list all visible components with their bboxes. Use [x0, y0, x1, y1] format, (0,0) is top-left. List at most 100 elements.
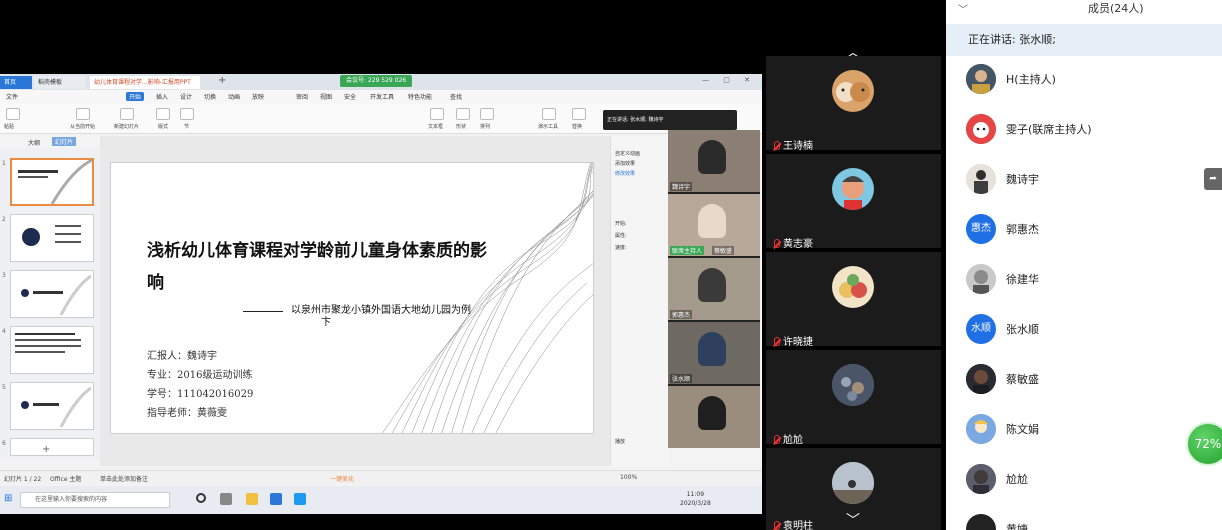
slide-title[interactable]: 浅析幼儿体育课程对学龄前儿童身体素质的影响: [147, 235, 487, 299]
menu-security[interactable]: 安全: [344, 92, 356, 101]
video-tile[interactable]: 魏诗宇: [668, 130, 760, 192]
replace-icon[interactable]: [572, 108, 586, 120]
member-row[interactable]: 徐建华: [946, 254, 1222, 304]
taskbar-search-input[interactable]: 在这里输入你要搜索的内容: [20, 492, 170, 508]
section-icon[interactable]: [180, 108, 194, 120]
video-tile[interactable]: [668, 386, 760, 448]
avatar: [966, 464, 996, 494]
menu-design[interactable]: 设计: [180, 92, 192, 101]
participant-tile[interactable]: 黄志豪: [766, 154, 941, 250]
menu-animation[interactable]: 动画: [228, 92, 240, 101]
scroll-down-chevron-icon[interactable]: ﹀: [846, 510, 860, 530]
tab-docer[interactable]: 稻壳模板: [34, 76, 86, 89]
menu-transition[interactable]: 切换: [204, 92, 216, 101]
wps-status-bar: 幻灯片 1 / 22 Office 主题 单击此处添加备注 一键美化 100%: [0, 470, 762, 484]
textbox-icon[interactable]: [430, 108, 444, 120]
menu-view[interactable]: 视图: [320, 92, 332, 101]
pane-title: 自定义动画: [615, 151, 641, 157]
add-slide-icon[interactable]: +: [42, 444, 50, 455]
slide-thumb-1[interactable]: [10, 158, 94, 206]
presentation-tools-icon[interactable]: [542, 108, 556, 120]
animation-pane: 自定义动画 添加效果 修改效果 开始: 属性: 速度: 播放: [610, 136, 670, 466]
cortana-icon[interactable]: [196, 493, 206, 503]
cartoon-avatar-graphic: [839, 274, 867, 298]
ribbon-label-shape: 形状: [456, 124, 467, 130]
new-slide-icon[interactable]: [120, 108, 134, 120]
members-header[interactable]: ﹀ 成员(24人): [946, 0, 1222, 17]
slide-info-block[interactable]: 汇报人：魏诗宇 专业：2016级运动训练 学号：111042016029 指导老…: [147, 347, 253, 423]
tab-home[interactable]: 首页: [0, 76, 32, 89]
thumb-number: 1: [2, 160, 6, 167]
speaking-indicator: 正在讲话: 张水顺;: [946, 24, 1222, 56]
video-tile[interactable]: 联席主持人 蔡敏盛: [668, 194, 760, 256]
slide-thumb-3[interactable]: [10, 270, 94, 318]
avatar: [832, 168, 874, 210]
slide-count: 幻灯片 1 / 22: [4, 476, 42, 483]
slide-thumb-2[interactable]: [10, 214, 94, 262]
menu-review[interactable]: 审阅: [296, 92, 308, 101]
menu-find[interactable]: 查找: [450, 92, 462, 101]
participant-tile[interactable]: 许晓捷: [766, 252, 941, 348]
slide-thumb-4[interactable]: [10, 326, 94, 374]
video-tile-name: 蔡敏盛: [712, 246, 735, 255]
play-button[interactable]: 播放: [615, 438, 625, 445]
slide-thumb-6[interactable]: [10, 438, 94, 456]
start-label: 开始:: [615, 221, 627, 227]
video-tile[interactable]: 郭惠杰: [668, 258, 760, 320]
layout-icon[interactable]: [156, 108, 170, 120]
play-from-current-icon[interactable]: [76, 108, 90, 120]
menu-dev-tools[interactable]: 开发工具: [370, 92, 394, 101]
member-row[interactable]: 雯子(联席主持人): [946, 104, 1222, 154]
tab-document[interactable]: 幼儿体育课程对学...影响-汇报用PPT: [90, 76, 200, 89]
participant-tile[interactable]: 尬尬: [766, 350, 941, 446]
add-effect-button[interactable]: 添加效果: [615, 160, 635, 167]
notes-hint[interactable]: 单击此处添加备注: [100, 474, 148, 483]
member-row[interactable]: 水顺 张水顺: [946, 304, 1222, 354]
slide-subtitle[interactable]: 以泉州市聚龙小镇外国语大地幼儿园为例 卞: [291, 305, 491, 329]
network-percent-badge[interactable]: 72%: [1186, 422, 1222, 466]
member-row[interactable]: 魏诗宇: [946, 154, 1222, 204]
avatar: [966, 114, 996, 144]
participant-tile[interactable]: 王诗楠: [766, 56, 941, 152]
beautify-button[interactable]: 一键美化: [330, 474, 354, 483]
member-row[interactable]: 陈文娟: [946, 404, 1222, 454]
paste-icon[interactable]: [6, 108, 20, 120]
modify-effect-button[interactable]: 修改效果: [615, 170, 635, 177]
cartoon-avatar-graphic: [842, 176, 864, 210]
participant-name: 袁明柱: [774, 517, 813, 530]
member-row[interactable]: 惠杰 郭惠杰: [946, 204, 1222, 254]
member-row[interactable]: 蔡敏盛: [946, 354, 1222, 404]
zoom-level[interactable]: 100%: [620, 474, 637, 481]
collapse-chevron-icon[interactable]: ﹀: [958, 1, 968, 16]
arrange-icon[interactable]: [480, 108, 494, 120]
video-tile[interactable]: 张水顺: [668, 322, 760, 384]
windows-start-icon[interactable]: ⊞: [4, 493, 12, 504]
slide-canvas[interactable]: 浅析幼儿体育课程对学龄前儿童身体素质的影响 以泉州市聚龙小镇外国语大地幼儿园为例…: [110, 162, 594, 434]
menu-slideshow[interactable]: 放映: [252, 92, 264, 101]
new-tab-icon[interactable]: +: [218, 75, 226, 86]
panel-tabs: 大纲 幻灯片: [0, 136, 100, 148]
member-row[interactable]: 尬尬: [946, 454, 1222, 504]
share-arrow-icon[interactable]: ➦: [1204, 168, 1222, 190]
window-controls[interactable]: — ▢ ✕: [702, 76, 756, 84]
avatar: [966, 364, 996, 394]
meeting-app-icon[interactable]: [294, 493, 306, 505]
tab-outline[interactable]: 大纲: [28, 138, 40, 147]
tab-slides[interactable]: 幻灯片: [52, 137, 77, 146]
thumb-wave-graphic: [18, 158, 93, 205]
member-row[interactable]: 黄婕: [946, 504, 1222, 530]
menu-insert[interactable]: 插入: [156, 92, 168, 101]
menu-file[interactable]: 文件: [6, 92, 18, 101]
member-name: 黄婕: [1006, 523, 1028, 530]
menu-home[interactable]: 开始: [126, 92, 145, 101]
video-tile-name: 张水顺: [670, 374, 693, 383]
shape-icon[interactable]: [456, 108, 470, 120]
file-explorer-icon[interactable]: [246, 493, 258, 505]
task-view-icon[interactable]: [220, 493, 232, 505]
windows-taskbar: ⊞ 在这里输入你要搜索的内容 11:09 2020/3/28: [0, 486, 762, 514]
member-row[interactable]: H(主持人): [946, 54, 1222, 104]
menu-features[interactable]: 特色功能: [408, 92, 432, 101]
slide-thumb-5[interactable]: [10, 382, 94, 430]
subtitle-text: 以泉州市聚龙小镇外国语大地幼儿园为例: [291, 305, 471, 316]
wps-app-icon[interactable]: [270, 493, 282, 505]
